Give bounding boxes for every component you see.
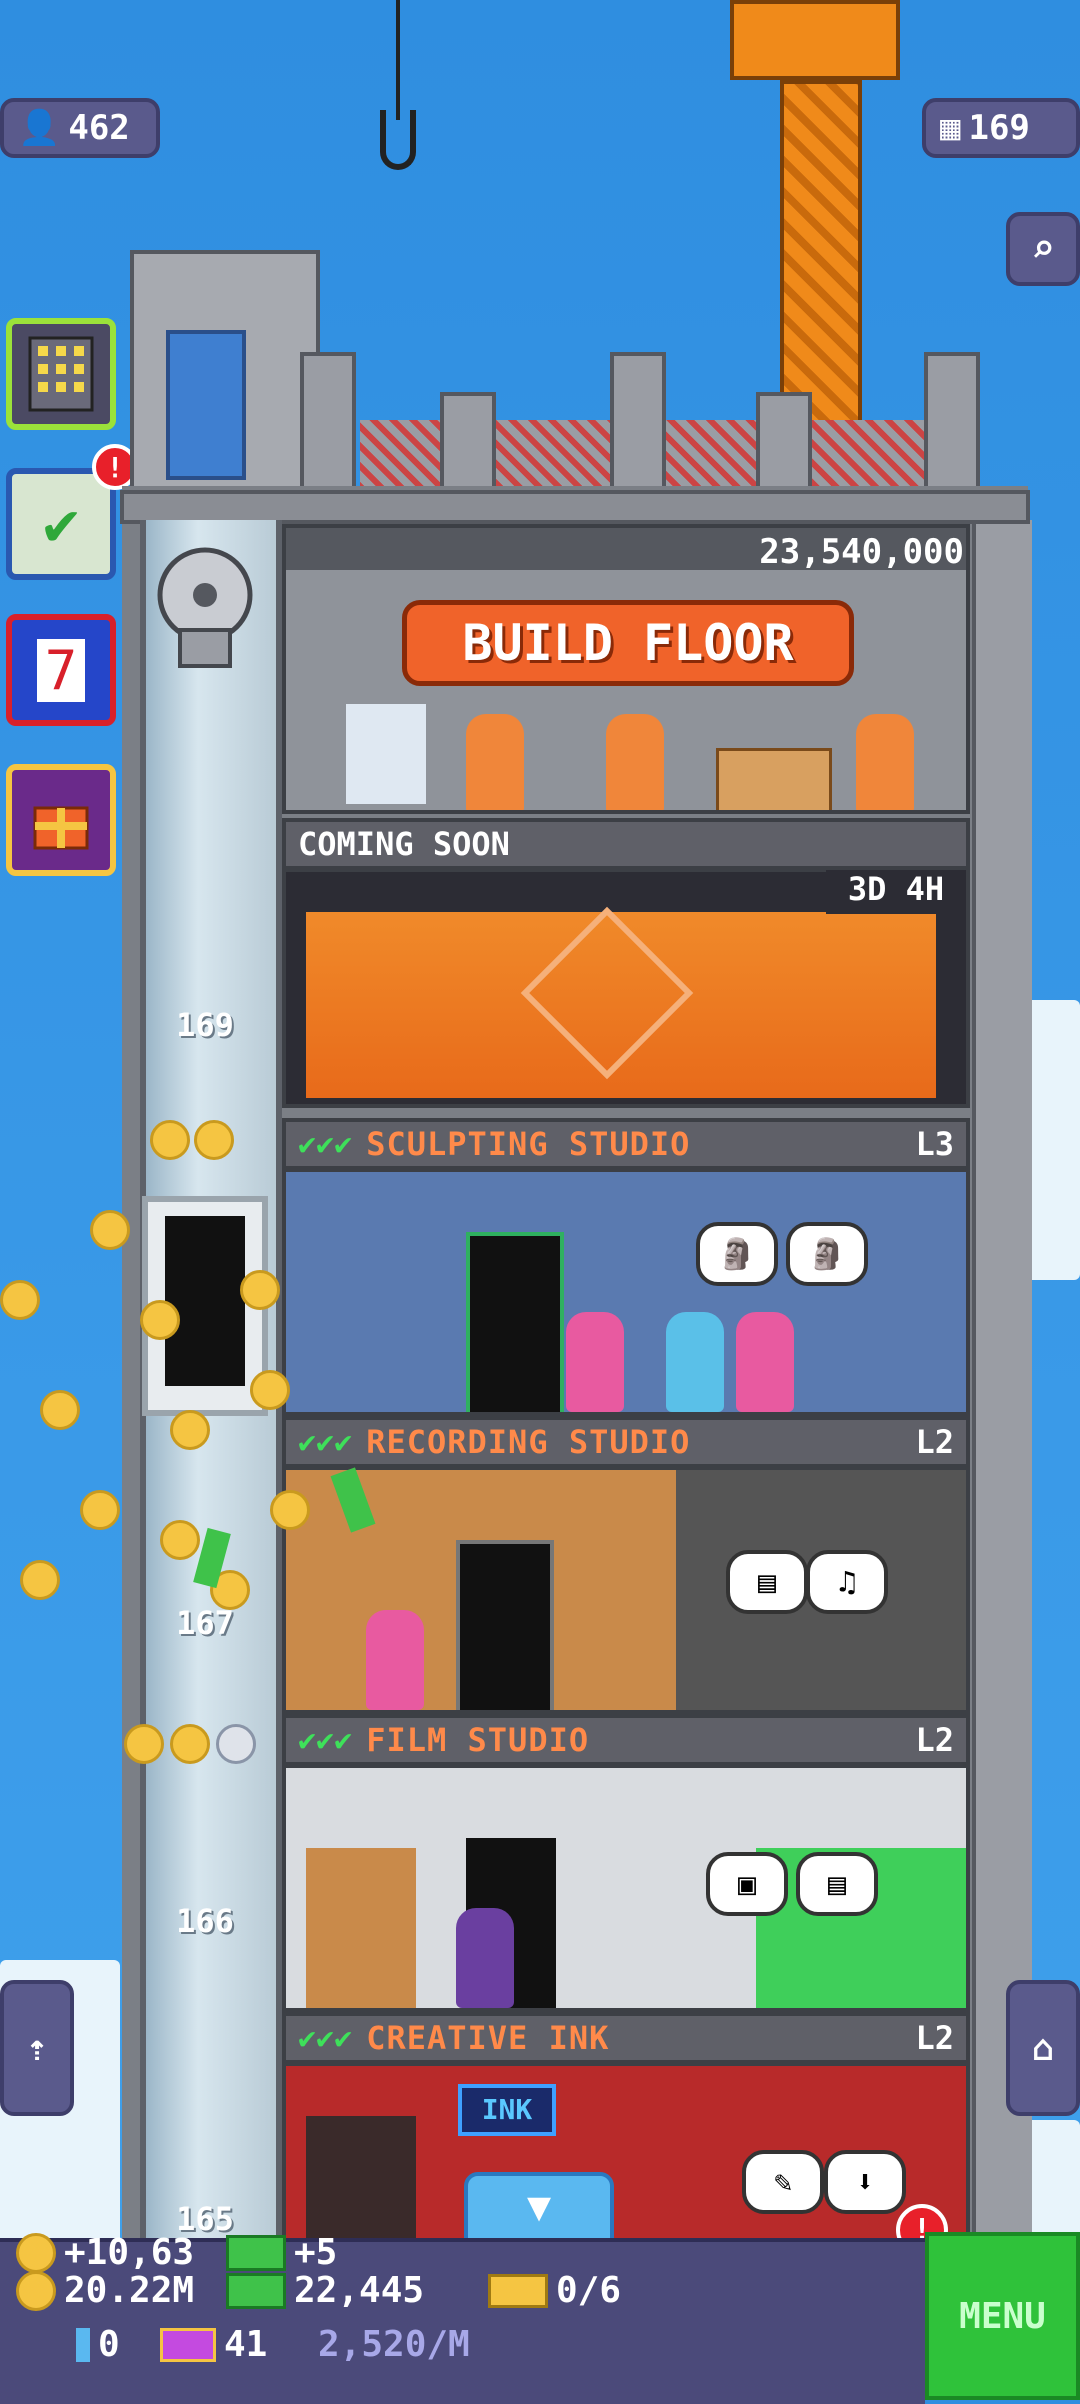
check-icons: ✔✔✔ <box>298 2020 353 2056</box>
thought-bubble: ⬇ <box>824 2150 906 2214</box>
elevator-floor-number: 166 <box>176 1902 234 1940</box>
crate <box>716 748 832 810</box>
floors-icon <box>28 336 94 412</box>
floor-label-recording-studio[interactable]: ✔✔✔ RECORDING STUDIO L2 <box>282 1416 970 1468</box>
thought-bubble: 🗿 <box>696 1222 778 1286</box>
check-icons: ✔✔✔ <box>298 1126 353 1162</box>
keys-count: 0 <box>76 2324 120 2365</box>
calendar-icon: 7 <box>36 638 86 702</box>
visitor <box>666 1312 724 1412</box>
scroll-down-button[interactable]: ⌂ <box>1006 1980 1080 2116</box>
construction-worker <box>606 714 664 810</box>
thought-bubble: ▤ <box>796 1852 878 1916</box>
visitor <box>736 1312 794 1412</box>
bux-total[interactable]: 22,445 <box>226 2270 424 2311</box>
residents-counter[interactable]: 👤 462 <box>0 98 160 158</box>
gift-button[interactable] <box>6 764 116 876</box>
roof-pillar <box>300 352 356 490</box>
search-icon: ⌕ <box>1030 226 1056 272</box>
construction-worker <box>466 714 524 810</box>
room-door <box>466 1232 564 1412</box>
scroll-up-icon: ⇡ <box>26 2027 48 2069</box>
bux-icon <box>226 2272 286 2309</box>
visitor <box>456 1908 514 2008</box>
floors-counter[interactable]: ▦ 169 <box>922 98 1080 158</box>
missions-icon: ✔ <box>42 489 80 559</box>
room-door <box>306 1848 416 2008</box>
tattoo-chair <box>306 2116 416 2238</box>
roof-ledge <box>120 490 1030 524</box>
thought-bubble: ▣ <box>706 1852 788 1916</box>
gold-tickets-count: 41 <box>160 2324 267 2365</box>
floors-button[interactable] <box>6 318 116 430</box>
menu-button[interactable]: MENU <box>925 2232 1080 2400</box>
scroll-up-button[interactable]: ⇡ <box>0 1980 74 2116</box>
coming-soon-label: COMING SOON <box>282 818 970 870</box>
thought-bubble: 🗿 <box>786 1222 868 1286</box>
bux-rate: +5 <box>226 2232 337 2273</box>
crane-cable <box>396 0 400 120</box>
crane-tower <box>780 80 862 440</box>
coin-icon <box>16 2232 56 2273</box>
search-button[interactable]: ⌕ <box>1006 212 1080 286</box>
roof-pillar <box>756 392 812 490</box>
elevator-floor-number: 169 <box>176 1006 234 1044</box>
building-icon: ▦ <box>940 108 961 148</box>
floor-creative-ink[interactable]: INK ✎ ⬇ <box>282 2062 970 2242</box>
gold-ticket-icon <box>160 2327 216 2362</box>
ticket-icon <box>488 2273 548 2308</box>
thought-bubble: ▤ <box>726 1550 808 1614</box>
visitor <box>566 1312 624 1412</box>
check-icons: ✔✔✔ <box>298 1722 353 1758</box>
scroll-down-icon: ⌂ <box>1032 2027 1054 2069</box>
income-rate: 2,520/M <box>318 2324 470 2365</box>
construction-worker <box>856 714 914 810</box>
coins-total[interactable]: 20.22M <box>16 2270 194 2311</box>
build-floor-button[interactable]: BUILD FLOOR <box>402 600 854 686</box>
floor-recording-studio[interactable]: ▤ ♫ <box>282 1466 970 1714</box>
ink-sign: INK <box>458 2084 556 2136</box>
floor-film-studio[interactable]: ▣ ▤ <box>282 1764 970 2012</box>
coin-icon <box>16 2270 56 2311</box>
roof-pillar <box>924 352 980 490</box>
room-door <box>456 1540 554 1710</box>
gift-icon <box>33 806 89 850</box>
roof-pillar <box>610 352 666 490</box>
floor-label-sculpting-studio[interactable]: ✔✔✔ SCULPTING STUDIO L3 <box>282 1118 970 1170</box>
floor-stars <box>124 1724 264 1768</box>
elevator-winch <box>140 540 270 670</box>
roof-pillar <box>440 392 496 490</box>
person-icon: 👤 <box>18 108 61 148</box>
crane-cab <box>730 0 900 80</box>
floor-label-creative-ink[interactable]: ✔✔✔ CREATIVE INK L2 <box>282 2012 970 2064</box>
thought-bubble: ✎ <box>742 2150 824 2214</box>
floor-sculpting-studio[interactable]: 🗿 🗿 <box>282 1168 970 1416</box>
thought-bubble: ♫ <box>806 1550 888 1614</box>
floor-label-film-studio[interactable]: ✔✔✔ FILM STUDIO L2 <box>282 1714 970 1766</box>
key-icon <box>76 2327 90 2362</box>
crane-hook-icon <box>380 110 416 170</box>
build-cost: 23,540,000 <box>759 532 964 572</box>
roof-door <box>166 330 246 480</box>
calendar-button[interactable]: 7 <box>6 614 116 726</box>
tickets-count[interactable]: 0/6 <box>488 2270 621 2311</box>
elevator-down-button[interactable]: ▼ <box>464 2172 614 2242</box>
coin-rate: +10,63 <box>16 2232 194 2273</box>
elevator-down-icon: ▼ <box>526 2184 552 2230</box>
construction-timer: 3D 4H <box>826 870 966 914</box>
bux-icon <box>226 2234 286 2271</box>
visitor <box>366 1610 424 1710</box>
coin-burst <box>0 1190 376 1630</box>
supplies <box>346 704 426 804</box>
